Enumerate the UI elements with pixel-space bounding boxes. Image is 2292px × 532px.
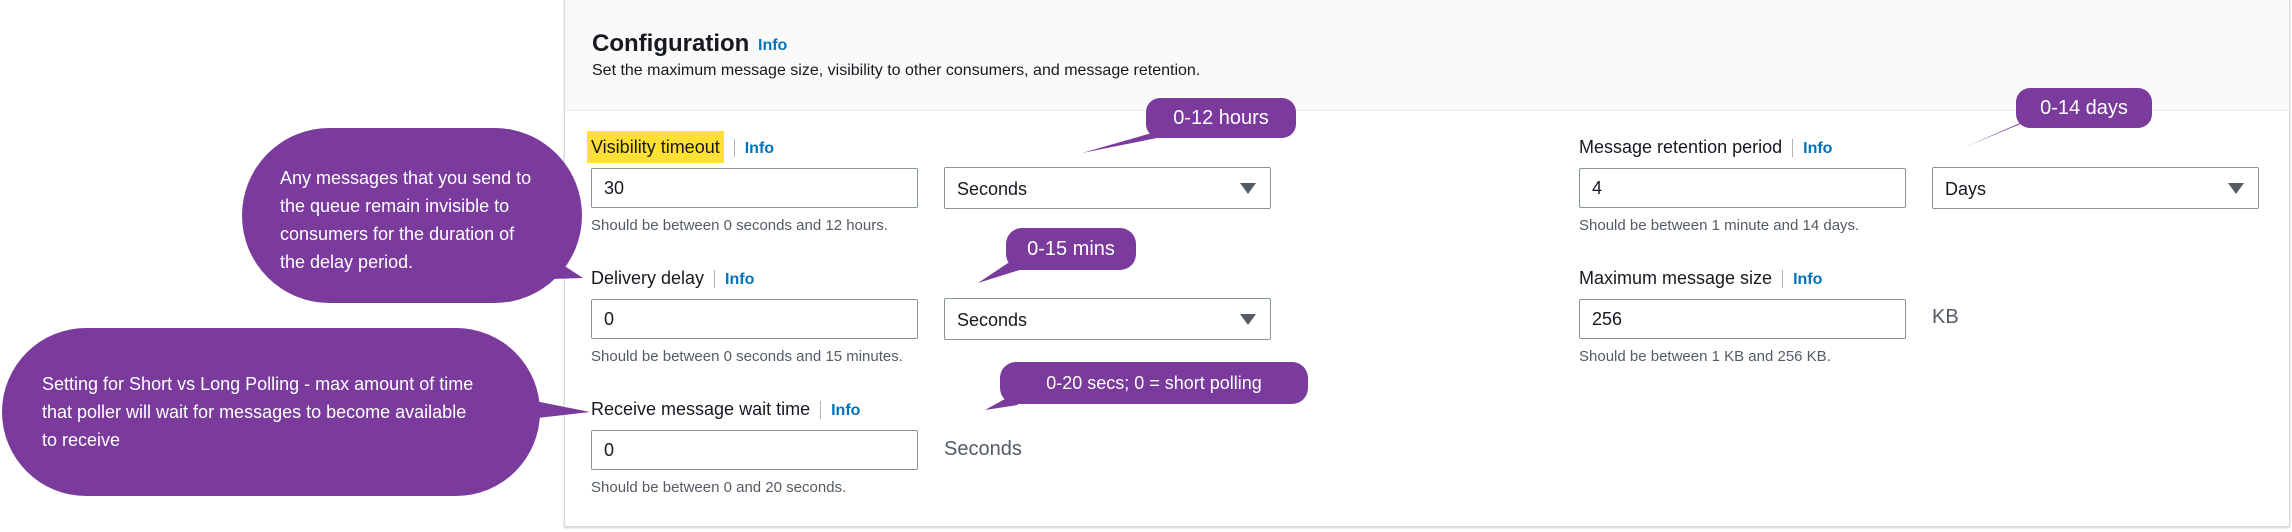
callout-delay-note: Any messages that you send to the queue … bbox=[242, 128, 582, 303]
callout-polling-note: Setting for Short vs Long Polling - max … bbox=[2, 328, 540, 496]
callout-secs: 0-20 secs; 0 = short polling bbox=[1000, 362, 1308, 404]
callout-hours: 0-12 hours bbox=[1146, 98, 1296, 138]
callout-mins: 0-15 mins bbox=[1006, 228, 1136, 270]
callout-days: 0-14 days bbox=[2016, 88, 2152, 128]
